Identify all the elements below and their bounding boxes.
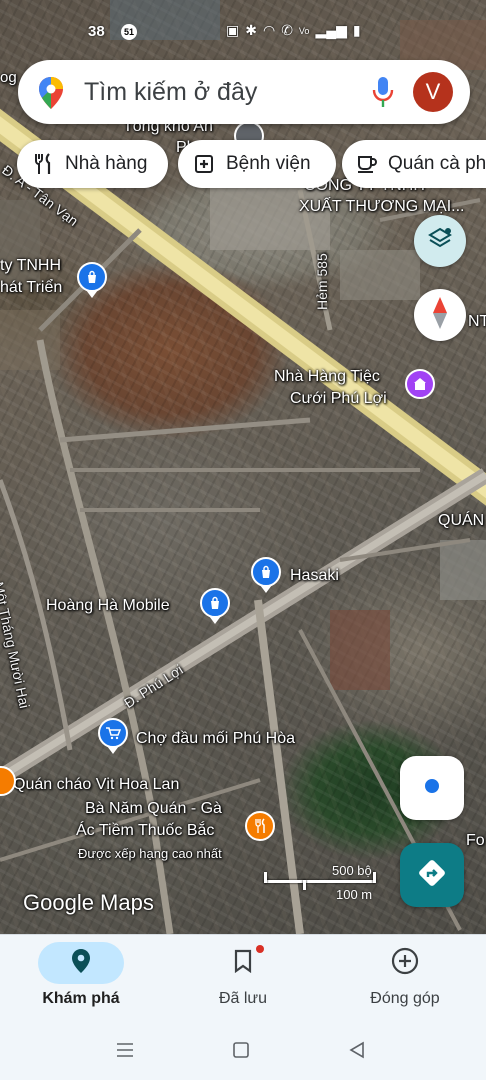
poi-label[interactable]: Bà Năm Quán - Gà [85,799,222,819]
home-square-icon[interactable] [229,1038,253,1062]
poi-label: NT [468,313,486,330]
layers-button[interactable] [414,215,466,267]
chip-label: Nhà hàng [65,153,148,174]
mic-icon[interactable] [372,76,394,113]
google-maps-pin-icon [38,76,64,115]
poi-label[interactable]: Ác Tiềm Thuốc Bắc [76,821,214,841]
cart-pin-icon[interactable] [98,718,128,748]
directions-button[interactable] [400,843,464,907]
signal-icon: ▂▄▆ [315,22,347,38]
notification-badge: 51 [121,24,137,40]
poi-label: og [0,69,17,86]
scale-tick [373,872,376,883]
scale-tick [303,880,306,890]
compass-icon [431,296,449,335]
nav-label: Đã lưu [218,990,268,1007]
shopping-pin-icon[interactable] [200,588,230,618]
nav-contribute[interactable]: Đóng góp [324,935,486,1021]
chip-restaurants[interactable]: Nhà hàng [17,140,168,188]
volte-icon: Vo [298,25,310,36]
wifi-call-icon: ✆ [281,22,293,38]
fork-knife-icon [31,152,55,176]
my-location-button[interactable] [400,756,464,820]
nav-pill [362,942,448,984]
coffee-icon [356,152,378,176]
scale-bar [264,880,376,883]
scale-metric: 100 m [336,887,373,902]
nav-label: Khám phá [42,990,120,1007]
explore-pin-icon [71,948,91,979]
event-venue-pin-icon[interactable] [405,369,435,399]
map-scale: 500 bộ 100 m [262,860,382,904]
poi-rating: Được xếp hạng cao nhất [78,846,222,861]
poi-label: Fo [466,832,485,849]
nav-explore[interactable]: Khám phá [0,935,162,1021]
poi-label[interactable]: hát Triển [0,278,62,298]
scale-imperial: 500 bộ [332,863,372,878]
wifi-icon: ◠ [262,22,276,38]
poi-label[interactable]: Chợ đầu mối Phú Hòa [136,729,295,749]
nav-saved[interactable]: Đã lưu [162,935,324,1021]
poi-label: QUÁN [438,512,485,529]
shopping-pin-icon[interactable] [77,262,107,292]
bookmark-icon [233,949,253,978]
notification-dot [256,945,264,953]
poi-label[interactable]: XUẤT THƯƠNG MẠI... [299,197,464,217]
status-icons: ▣ ✱ ◠ ✆ Vo ▂▄▆ ▮ [226,22,361,39]
scale-tick [264,872,267,883]
hospital-icon [192,152,216,176]
search-input[interactable]: Tìm kiếm ở đây [84,78,257,107]
poi-label[interactable]: Cưới Phú Lợi [290,389,387,409]
poi-label[interactable]: Hasaki [290,566,339,586]
layers-icon [427,226,453,257]
search-bar[interactable]: Tìm kiếm ở đây V [18,60,470,124]
poi-label[interactable]: Hoàng Hà Mobile [46,596,170,616]
road-label: Hẻm 585 [314,253,330,310]
my-location-icon [419,773,445,804]
system-navigation-bar [0,1020,486,1080]
bottom-navigation: Khám phá Đã lưu Đóng góp [0,934,486,1020]
add-circle-icon [391,947,419,980]
chip-coffee[interactable]: Quán cà phê [342,140,486,188]
chip-label: Quán cà phê [388,153,486,174]
compass-button[interactable] [414,289,466,341]
poi-label[interactable]: Nhà Hàng Tiệc [274,367,380,387]
recents-menu-icon[interactable] [113,1038,137,1062]
poi-label[interactable]: Quán cháo Vịt Hoa Lan [13,775,179,795]
status-time: 38 [88,23,105,40]
nfc-icon: ▣ [226,22,240,38]
poi-label[interactable]: ty TNHH [0,256,61,276]
status-bar: 38 51 ▣ ✱ ◠ ✆ Vo ▂▄▆ ▮ [0,18,486,46]
nav-pill [200,942,286,984]
shopping-pin-icon[interactable] [251,557,281,587]
bluetooth-icon: ✱ [245,22,257,38]
directions-icon [417,858,447,893]
chip-hospitals[interactable]: Bệnh viện [178,140,336,188]
battery-icon: ▮ [352,22,361,38]
back-triangle-icon[interactable] [345,1038,369,1062]
chip-label: Bệnh viện [226,153,311,174]
avatar[interactable]: V [413,72,453,112]
google-maps-logo: Google Maps [23,890,154,915]
restaurant-pin-icon[interactable] [245,811,275,841]
nav-label: Đóng góp [370,990,440,1007]
nav-pill [38,942,124,984]
